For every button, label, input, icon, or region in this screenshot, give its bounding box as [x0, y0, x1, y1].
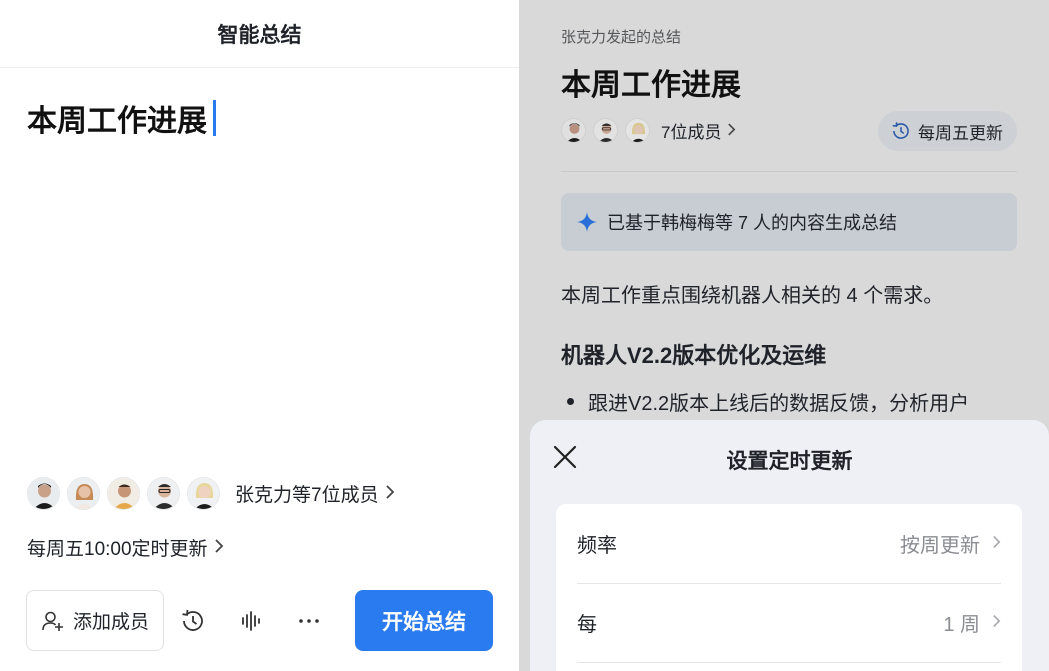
members-label: 张克力等7位成员 — [235, 484, 379, 506]
ai-summary-banner: 已基于韩梅梅等 7 人的内容生成总结 — [561, 193, 1017, 251]
history-button[interactable] — [164, 590, 222, 651]
initiator-label: 张克力发起的总结 — [561, 29, 682, 46]
add-user-icon — [42, 611, 63, 631]
header-title: 智能总结 — [217, 23, 302, 47]
voice-wave-icon — [242, 610, 260, 631]
schedule-label: 每周五10:00定时更新 — [27, 539, 208, 560]
members-selector[interactable]: 张克力等7位成员 — [27, 476, 395, 510]
summary-title: 本周工作进展 — [561, 69, 741, 102]
interval-label: 每 — [577, 614, 597, 636]
divider — [577, 662, 1001, 663]
doc-title-input[interactable]: 本周工作进展 — [27, 96, 216, 140]
start-summary-button[interactable]: 开始总结 — [355, 590, 493, 651]
bullet-dot — [567, 398, 574, 405]
settings-card: 频率 按周更新 每 1 周 — [556, 504, 1022, 671]
interval-row[interactable]: 每 1 周 — [577, 583, 1001, 662]
sparkle-icon — [577, 212, 597, 232]
ai-banner-text: 已基于韩梅梅等 7 人的内容生成总结 — [607, 213, 898, 233]
weekly-update-label: 每周五更新 — [918, 123, 1003, 143]
chevron-right-icon — [214, 537, 224, 558]
schedule-selector[interactable]: 每周五10:00定时更新 — [27, 534, 224, 561]
avatar — [561, 117, 586, 143]
sheet-title: 设置定时更新 — [726, 450, 853, 473]
left-header: 智能总结 — [0, 0, 519, 68]
avatar — [593, 117, 618, 143]
history-icon — [182, 609, 203, 631]
history-icon — [892, 122, 909, 139]
avatar — [107, 476, 140, 510]
interval-value-text: 1 周 — [943, 614, 980, 636]
divider — [561, 171, 1017, 172]
chevron-right-icon — [992, 533, 1001, 554]
text-caret — [213, 100, 216, 136]
avatar — [27, 476, 60, 510]
add-member-label: 添加成员 — [72, 612, 149, 633]
avatar — [625, 117, 650, 143]
avatar — [67, 476, 100, 510]
doc-title-text: 本周工作进展 — [27, 105, 207, 138]
add-member-button[interactable]: 添加成员 — [26, 590, 164, 651]
list-item: 跟进V2.2版本上线后的数据反馈，分析用户 — [567, 387, 969, 416]
frequency-value-text: 按周更新 — [900, 535, 980, 557]
avatar — [187, 476, 220, 510]
chevron-right-icon — [992, 612, 1001, 633]
bottom-toolbar: 添加成员 开始总结 — [26, 590, 493, 651]
summary-heading: 机器人V2.2版本优化及运维 — [561, 343, 827, 368]
frequency-value: 按周更新 — [900, 529, 1001, 558]
interval-value: 1 周 — [943, 608, 1001, 637]
avatar — [147, 476, 180, 510]
chevron-right-icon — [385, 483, 395, 504]
schedule-settings-sheet: 设置定时更新 频率 按周更新 每 1 周 — [530, 420, 1049, 671]
weekly-update-pill[interactable]: 每周五更新 — [878, 111, 1017, 151]
voice-button[interactable] — [222, 590, 280, 651]
bullet-text: 跟进V2.2版本上线后的数据反馈，分析用户 — [588, 393, 970, 415]
left-panel: 智能总结 本周工作进展 张克力等7位成员 每周五10:00定时更新 添加成员 开… — [0, 0, 519, 671]
more-icon — [299, 618, 319, 623]
frequency-row[interactable]: 频率 按周更新 — [577, 504, 1001, 583]
summary-paragraph: 本周工作重点围绕机器人相关的 4 个需求。 — [561, 285, 944, 307]
frequency-label: 频率 — [577, 535, 617, 557]
chevron-right-icon — [727, 120, 736, 141]
more-button[interactable] — [280, 590, 338, 651]
preview-members[interactable]: 7位成员 — [561, 115, 736, 145]
preview-members-label: 7位成员 — [661, 122, 722, 142]
